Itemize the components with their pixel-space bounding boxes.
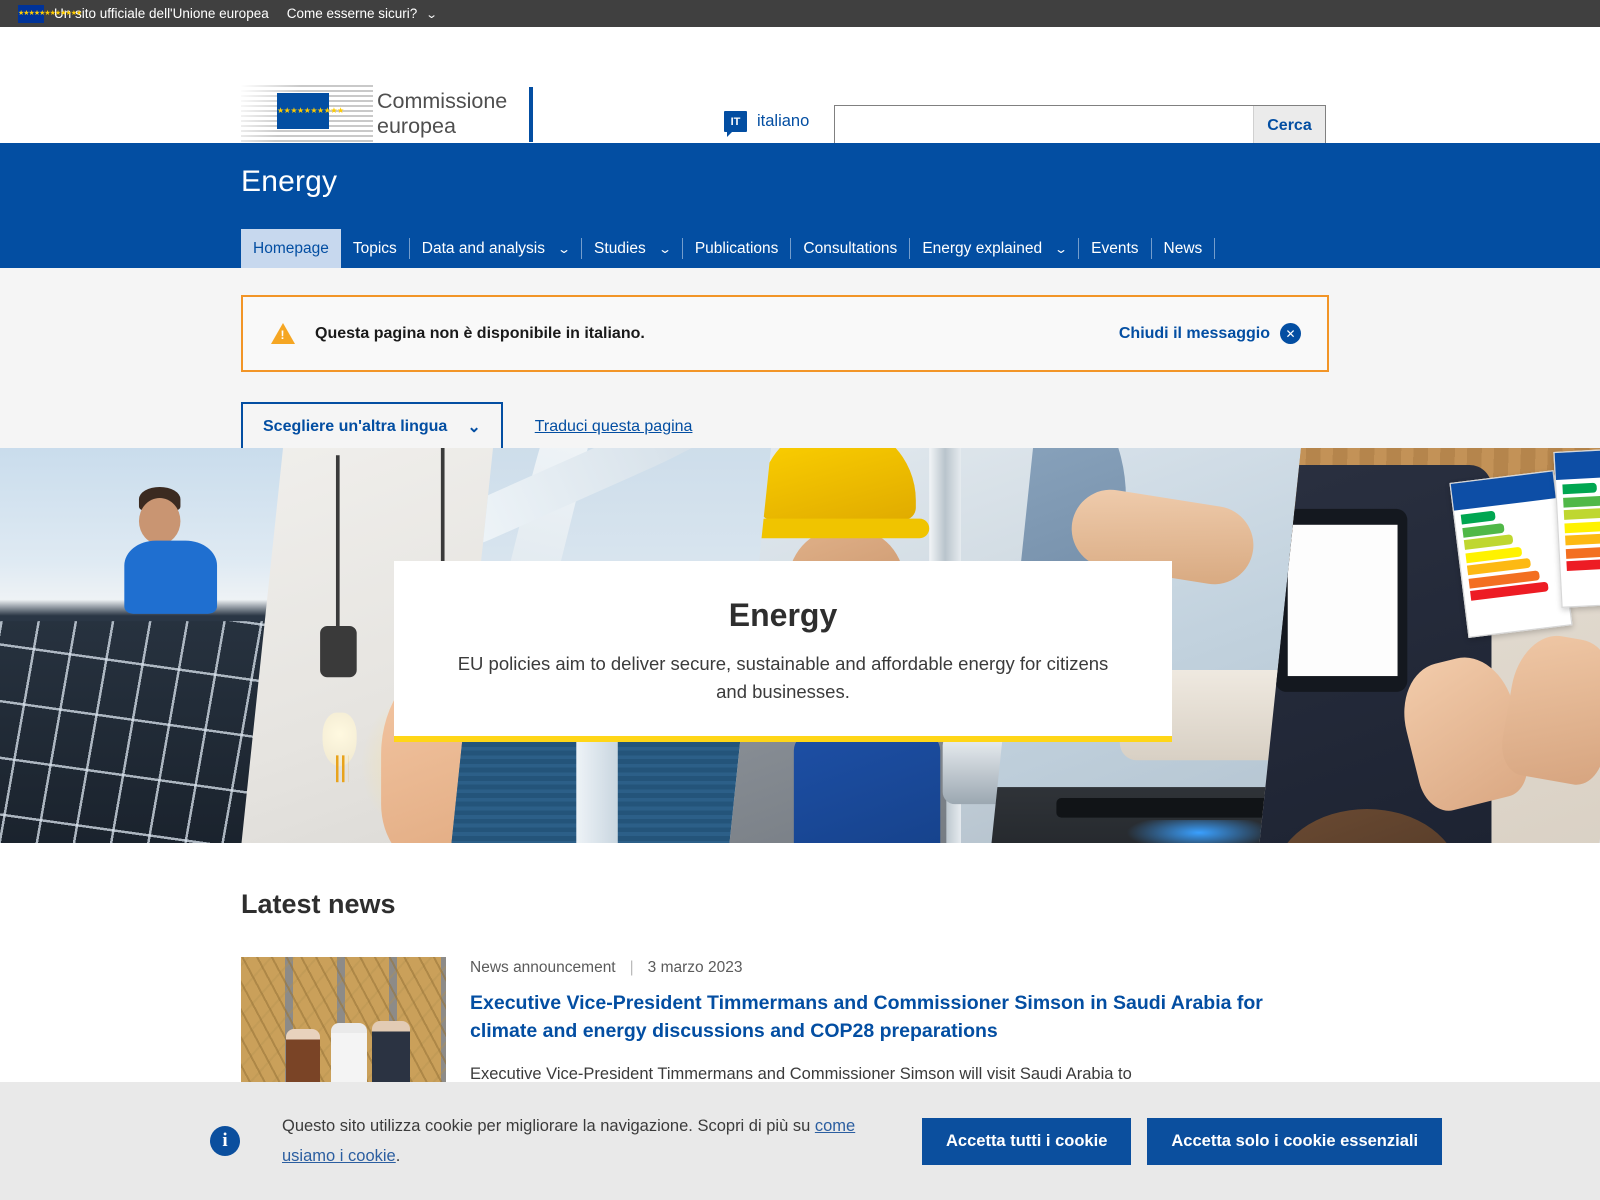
nav-item-consultations[interactable]: Consultations bbox=[791, 229, 909, 268]
translate-page-link[interactable]: Traduci questa pagina bbox=[535, 418, 693, 436]
nav-label: Consultations bbox=[803, 239, 898, 257]
nav-label: Topics bbox=[352, 239, 397, 257]
european-commission-logo[interactable]: ★★★★★★★★★★ Commissione europea bbox=[241, 85, 534, 143]
nav-label: News bbox=[1163, 239, 1203, 257]
chevron-down-icon: ⌄ bbox=[467, 419, 481, 436]
news-title-link[interactable]: Executive Vice-President Timmermans and … bbox=[470, 989, 1331, 1045]
nav-label: Homepage bbox=[253, 239, 329, 257]
language-label: italiano bbox=[757, 112, 810, 130]
logo-accent-bar bbox=[529, 86, 534, 142]
how-to-verify-label: Come esserne sicuri? bbox=[286, 6, 418, 21]
nav-item-news[interactable]: News bbox=[1152, 229, 1215, 268]
language-notice-zone: Questa pagina non è disponibile in itali… bbox=[0, 268, 1600, 452]
close-message-button[interactable]: Chiudi il messaggio ✕ bbox=[1119, 323, 1301, 344]
hero-banner: Energy EU policies aim to deliver secure… bbox=[0, 448, 1600, 843]
news-date: 3 marzo 2023 bbox=[647, 959, 743, 976]
nav-item-topics[interactable]: Topics bbox=[341, 229, 409, 268]
nav-item-energy-explained[interactable]: Energy explained ⌄ bbox=[910, 229, 1078, 268]
logo-text: Commissione europea bbox=[377, 89, 507, 139]
eu-official-text: Un sito ufficiale dell'Unione europea bbox=[54, 6, 269, 21]
news-type: News announcement bbox=[470, 959, 616, 976]
hero-title: Energy bbox=[728, 597, 838, 633]
nav-item-publications[interactable]: Publications bbox=[683, 229, 791, 268]
nav-item-events[interactable]: Events bbox=[1079, 229, 1150, 268]
news-meta: News announcement | 3 marzo 2023 bbox=[470, 959, 1331, 977]
nav-label: Data and analysis bbox=[421, 239, 545, 257]
hero-card: Energy EU policies aim to deliver secure… bbox=[394, 561, 1172, 742]
speech-bubble-icon: IT bbox=[724, 111, 747, 137]
nav-label: Energy explained bbox=[922, 239, 1043, 257]
accept-all-cookies-button[interactable]: Accetta tutti i cookie bbox=[922, 1117, 1132, 1165]
site-header: ★★★★★★★★★★ Commissione europea IT italia… bbox=[0, 27, 1600, 146]
info-circle-icon: i bbox=[210, 1126, 240, 1156]
how-to-verify-link[interactable]: Come esserne sicuri? ⌄ bbox=[286, 6, 438, 21]
language-notice-message: Questa pagina non è disponibile in itali… bbox=[315, 324, 645, 342]
choose-language-label: Scegliere un'altra lingua bbox=[263, 418, 448, 435]
close-message-label: Chiudi il messaggio bbox=[1118, 324, 1270, 342]
nav-item-data-and-analysis[interactable]: Data and analysis ⌄ bbox=[410, 229, 581, 268]
search-box: Cerca bbox=[834, 105, 1326, 146]
search-button[interactable]: Cerca bbox=[1253, 106, 1325, 145]
cookie-actions: Accetta tutti i cookie Accetta solo i co… bbox=[922, 1117, 1443, 1165]
main-navigation: Homepage Topics Data and analysis ⌄ Stud… bbox=[241, 229, 1216, 268]
energy-labels-tablet-photo bbox=[1256, 448, 1600, 843]
nav-label: Publications bbox=[694, 239, 779, 257]
choose-language-button[interactable]: Scegliere un'altra lingua ⌄ bbox=[241, 402, 503, 452]
language-selector[interactable]: IT italiano bbox=[724, 111, 810, 137]
chevron-down-icon: ⌄ bbox=[425, 9, 438, 21]
nav-label: Studies bbox=[594, 239, 646, 257]
meta-divider: | bbox=[629, 959, 634, 976]
nav-item-homepage[interactable]: Homepage bbox=[241, 229, 341, 268]
latest-news-heading: Latest news bbox=[241, 889, 396, 919]
news-thumbnail-photo[interactable] bbox=[241, 957, 446, 1095]
hero-subtitle: EU policies aim to deliver secure, susta… bbox=[457, 653, 1109, 702]
cookie-text: Questo sito utilizza cookie per migliora… bbox=[282, 1111, 896, 1171]
chevron-down-icon: ⌄ bbox=[1054, 241, 1069, 256]
nav-separator bbox=[1214, 238, 1216, 259]
chevron-down-icon: ⌄ bbox=[657, 241, 672, 256]
logo-text-line1: Commissione bbox=[377, 89, 508, 113]
close-circle-icon: ✕ bbox=[1280, 323, 1301, 344]
language-actions: Scegliere un'altra lingua ⌄ Traduci ques… bbox=[241, 402, 1600, 452]
site-band: Energy Homepage Topics Data and analysis… bbox=[0, 143, 1600, 268]
cookie-text-after: . bbox=[395, 1147, 401, 1165]
cookie-text-before: Questo sito utilizza cookie per migliora… bbox=[282, 1117, 815, 1135]
language-notice: Questa pagina non è disponibile in itali… bbox=[241, 295, 1329, 372]
page-title: Energy bbox=[241, 165, 338, 198]
commission-flag-lines-icon: ★★★★★★★★★★ bbox=[241, 85, 373, 143]
accept-essential-cookies-button[interactable]: Accetta solo i cookie essenziali bbox=[1147, 1117, 1443, 1165]
cookie-banner: i Questo sito utilizza cookie per miglio… bbox=[0, 1082, 1600, 1200]
nav-label: Events bbox=[1091, 239, 1139, 257]
logo-text-line2: europea bbox=[377, 114, 456, 138]
chevron-down-icon: ⌄ bbox=[556, 241, 572, 256]
eu-official-bar: ★★★★★★★★★★★★ Un sito ufficiale dell'Unio… bbox=[0, 0, 1600, 27]
nav-item-studies[interactable]: Studies ⌄ bbox=[582, 229, 682, 268]
warning-triangle-icon bbox=[271, 323, 295, 344]
search-input[interactable] bbox=[835, 106, 1253, 145]
eu-flag-icon: ★★★★★★★★★★★★ bbox=[18, 4, 82, 23]
